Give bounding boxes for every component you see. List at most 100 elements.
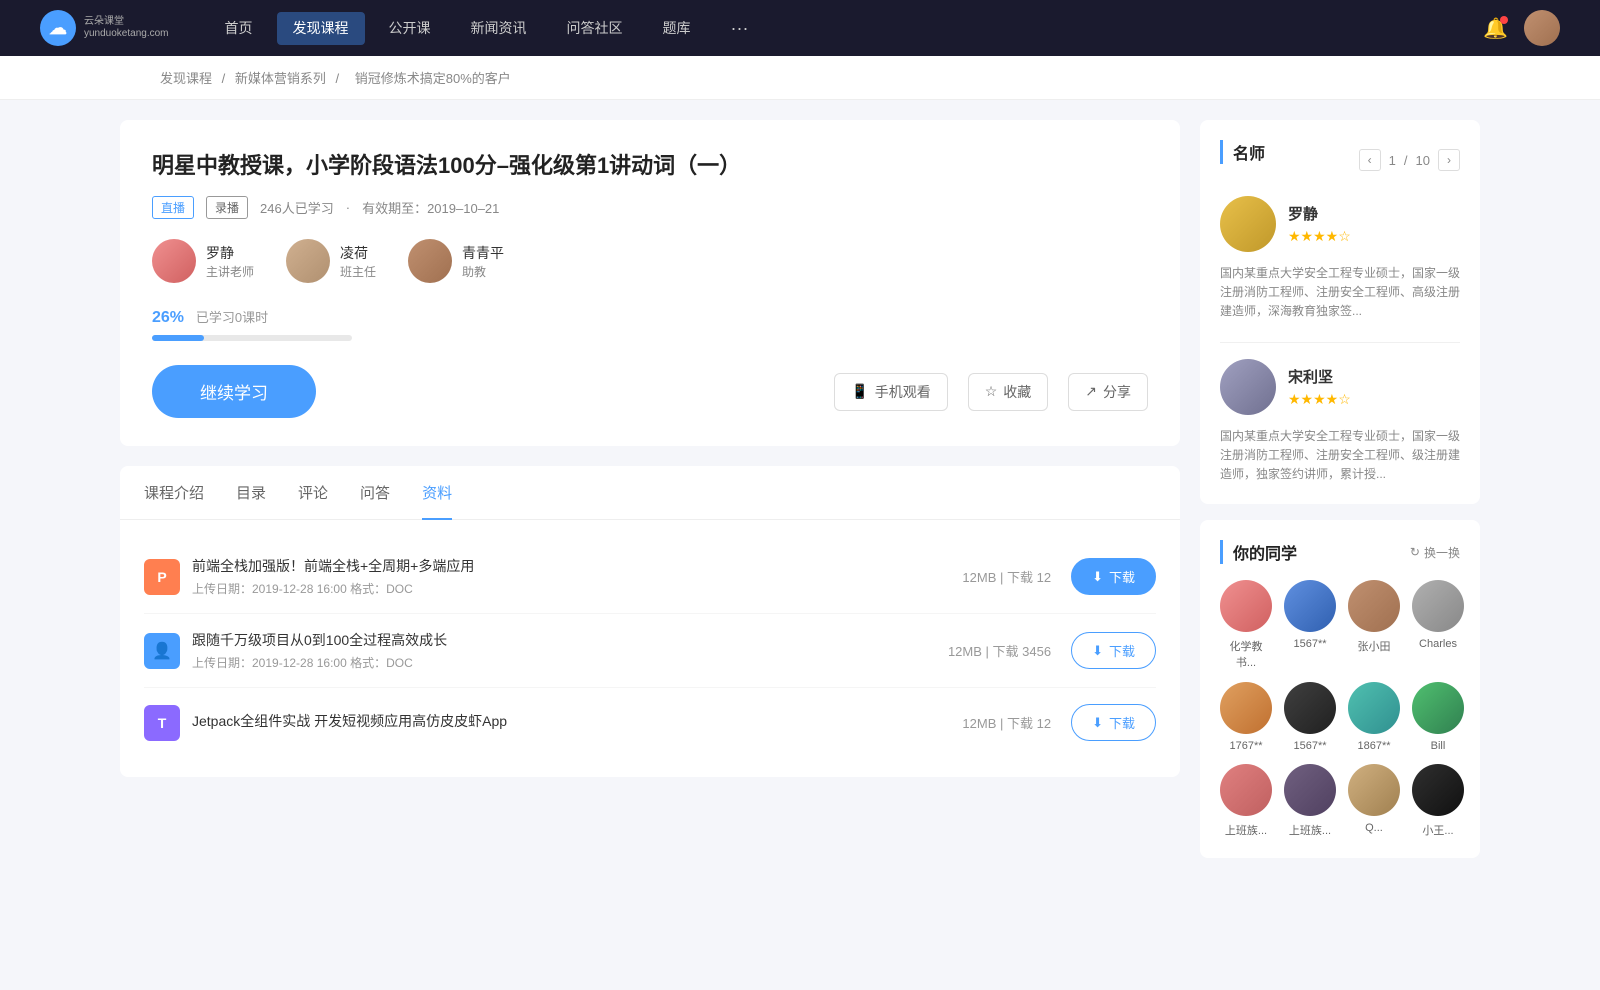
classmate-10: 上班族...	[1284, 764, 1336, 838]
classmate-3-avatar[interactable]	[1348, 580, 1400, 632]
phone-watch-label: 手机观看	[875, 382, 931, 402]
classmate-8-avatar[interactable]	[1412, 682, 1464, 734]
classmate-10-name: 上班族...	[1289, 822, 1331, 838]
teacher-2-name: 凌荷	[340, 243, 376, 263]
resource-1-download[interactable]: ⬇ 下载	[1071, 558, 1156, 595]
nav-more[interactable]: ···	[715, 12, 765, 45]
next-page-btn[interactable]: ›	[1438, 149, 1460, 171]
classmate-7-avatar[interactable]	[1348, 682, 1400, 734]
sidebar-teacher-1: 罗静 ★★★★☆ 国内某重点大学安全工程专业硕士，国家一级注册消防工程师、注册安…	[1220, 196, 1460, 322]
classmate-1-name: 化学教书...	[1220, 638, 1272, 670]
resource-1-name: 前端全栈加强版！前端全栈+全周期+多端应用	[192, 556, 962, 576]
classmate-3: 张小田	[1348, 580, 1400, 670]
download-icon-3: ⬇	[1092, 715, 1103, 731]
course-title: 明星中教授课，小学阶段语法100分–强化级第1讲动词（一）	[152, 148, 1148, 180]
tabs-nav: 课程介绍 目录 评论 问答 资料	[120, 466, 1180, 520]
course-meta: 直播 录播 246人已学习 · 有效期至：2019–10–21	[152, 196, 1148, 219]
classmate-7: 1867**	[1348, 682, 1400, 752]
share-icon: ↗	[1085, 383, 1097, 400]
resource-3-download[interactable]: ⬇ 下载	[1071, 704, 1156, 741]
breadcrumb-link-series[interactable]: 新媒体营销系列	[235, 71, 326, 86]
resource-item-2: 👤 跟随千万级项目从0到100全过程高效成长 上传日期：2019-12-28 1…	[144, 614, 1156, 688]
tab-qa[interactable]: 问答	[360, 466, 390, 519]
breadcrumb-current: 销冠修炼术搞定80%的客户	[355, 71, 511, 86]
share-label: 分享	[1103, 382, 1131, 402]
course-actions: 继续学习 📱 手机观看 ☆ 收藏 ↗ 分享	[152, 365, 1148, 418]
refresh-icon: ↻	[1410, 545, 1420, 559]
nav-news[interactable]: 新闻资讯	[455, 12, 543, 45]
classmate-8: Bill	[1412, 682, 1464, 752]
tab-review[interactable]: 评论	[298, 466, 328, 519]
sidebar-teacher-1-desc: 国内某重点大学安全工程专业硕士，国家一级注册消防工程师、注册安全工程师、高级注册…	[1220, 264, 1460, 322]
logo[interactable]: ☁ 云朵课堂 yunduoketang.com	[40, 10, 169, 46]
classmate-2: 1567**	[1284, 580, 1336, 670]
breadcrumb: 发现课程 / 新媒体营销系列 / 销冠修炼术搞定80%的客户	[0, 56, 1600, 100]
logo-text: 云朵课堂 yunduoketang.com	[84, 16, 169, 40]
resource-2-stats: 12MB | 下载 3456	[948, 641, 1051, 660]
classmate-6-name: 1567**	[1293, 740, 1326, 752]
teacher-2: 凌荷 班主任	[286, 239, 376, 283]
sidebar-teacher-2-avatar	[1220, 359, 1276, 415]
collect-button[interactable]: ☆ 收藏	[968, 373, 1049, 411]
teachers-sidebar-title: 名师	[1220, 140, 1265, 164]
breadcrumb-link-discover[interactable]: 发现课程	[160, 71, 212, 86]
tab-resources[interactable]: 资料	[422, 466, 452, 519]
course-students: 246人已学习	[260, 198, 334, 217]
nav-discover[interactable]: 发现课程	[277, 12, 365, 45]
resource-1-icon: P	[144, 559, 180, 595]
classmate-10-avatar[interactable]	[1284, 764, 1336, 816]
pagination: ‹ 1 / 10 ›	[1359, 149, 1460, 171]
classmate-2-avatar[interactable]	[1284, 580, 1336, 632]
classmate-1-avatar[interactable]	[1220, 580, 1272, 632]
classmate-3-name: 张小田	[1358, 638, 1391, 654]
download-icon-2: ⬇	[1092, 643, 1103, 659]
phone-icon: 📱	[851, 383, 868, 400]
sidebar-teacher-2-name: 宋利坚	[1288, 366, 1460, 387]
classmate-4: Charles	[1412, 580, 1464, 670]
nav-qa[interactable]: 问答社区	[551, 12, 639, 45]
teachers-title-row: 名师 ‹ 1 / 10 ›	[1220, 140, 1460, 180]
resource-2-meta: 上传日期：2019-12-28 16:00 格式：DOC	[192, 654, 948, 671]
nav-home[interactable]: 首页	[209, 12, 269, 45]
classmate-4-avatar[interactable]	[1412, 580, 1464, 632]
resource-1-info: 前端全栈加强版！前端全栈+全周期+多端应用 上传日期：2019-12-28 16…	[192, 556, 962, 597]
sidebar-teacher-2-stars: ★★★★☆	[1288, 391, 1460, 408]
teacher-3-name: 青青平	[462, 243, 504, 263]
classmate-12-avatar[interactable]	[1412, 764, 1464, 816]
sidebar: 名师 ‹ 1 / 10 › 罗静 ★★★★☆ 国内某重	[1200, 120, 1480, 874]
refresh-button[interactable]: ↻ 换一换	[1410, 544, 1460, 561]
user-avatar[interactable]	[1524, 10, 1560, 46]
teacher-2-role: 班主任	[340, 263, 376, 280]
collect-label: 收藏	[1003, 382, 1031, 402]
nav-quiz[interactable]: 题库	[647, 12, 707, 45]
star-icon: ☆	[985, 383, 998, 400]
sidebar-teacher-1-stars: ★★★★☆	[1288, 228, 1460, 245]
teacher-2-avatar	[286, 239, 330, 283]
resource-2-download[interactable]: ⬇ 下载	[1071, 632, 1156, 669]
tabs-card: 课程介绍 目录 评论 问答 资料 P 前端全栈加强版！前端全栈+全周期+多端应用…	[120, 466, 1180, 777]
teacher-3-role: 助教	[462, 263, 504, 280]
share-button[interactable]: ↗ 分享	[1068, 373, 1148, 411]
classmate-11-name: Q...	[1365, 822, 1383, 834]
resource-2-info: 跟随千万级项目从0到100全过程高效成长 上传日期：2019-12-28 16:…	[192, 630, 948, 671]
classmate-5-avatar[interactable]	[1220, 682, 1272, 734]
nav-public[interactable]: 公开课	[373, 12, 447, 45]
classmate-9-avatar[interactable]	[1220, 764, 1272, 816]
classmate-11-avatar[interactable]	[1348, 764, 1400, 816]
refresh-label: 换一换	[1424, 544, 1460, 561]
classmates-card: 你的同学 ↻ 换一换 化学教书... 1567** 张小田	[1200, 520, 1480, 858]
tab-intro[interactable]: 课程介绍	[144, 466, 204, 519]
phone-watch-button[interactable]: 📱 手机观看	[834, 373, 947, 411]
classmate-12: 小王...	[1412, 764, 1464, 838]
page-total: 10	[1416, 153, 1430, 168]
bell-icon[interactable]: 🔔	[1483, 16, 1508, 41]
sidebar-teacher-1-header: 罗静 ★★★★☆	[1220, 196, 1460, 252]
continue-button[interactable]: 继续学习	[152, 365, 316, 418]
progress-bar-bg	[152, 335, 352, 341]
prev-page-btn[interactable]: ‹	[1359, 149, 1381, 171]
classmate-6-avatar[interactable]	[1284, 682, 1336, 734]
resource-1-meta: 上传日期：2019-12-28 16:00 格式：DOC	[192, 580, 962, 597]
badge-live: 直播	[152, 196, 194, 219]
tab-catalog[interactable]: 目录	[236, 466, 266, 519]
classmate-4-name: Charles	[1419, 638, 1457, 650]
